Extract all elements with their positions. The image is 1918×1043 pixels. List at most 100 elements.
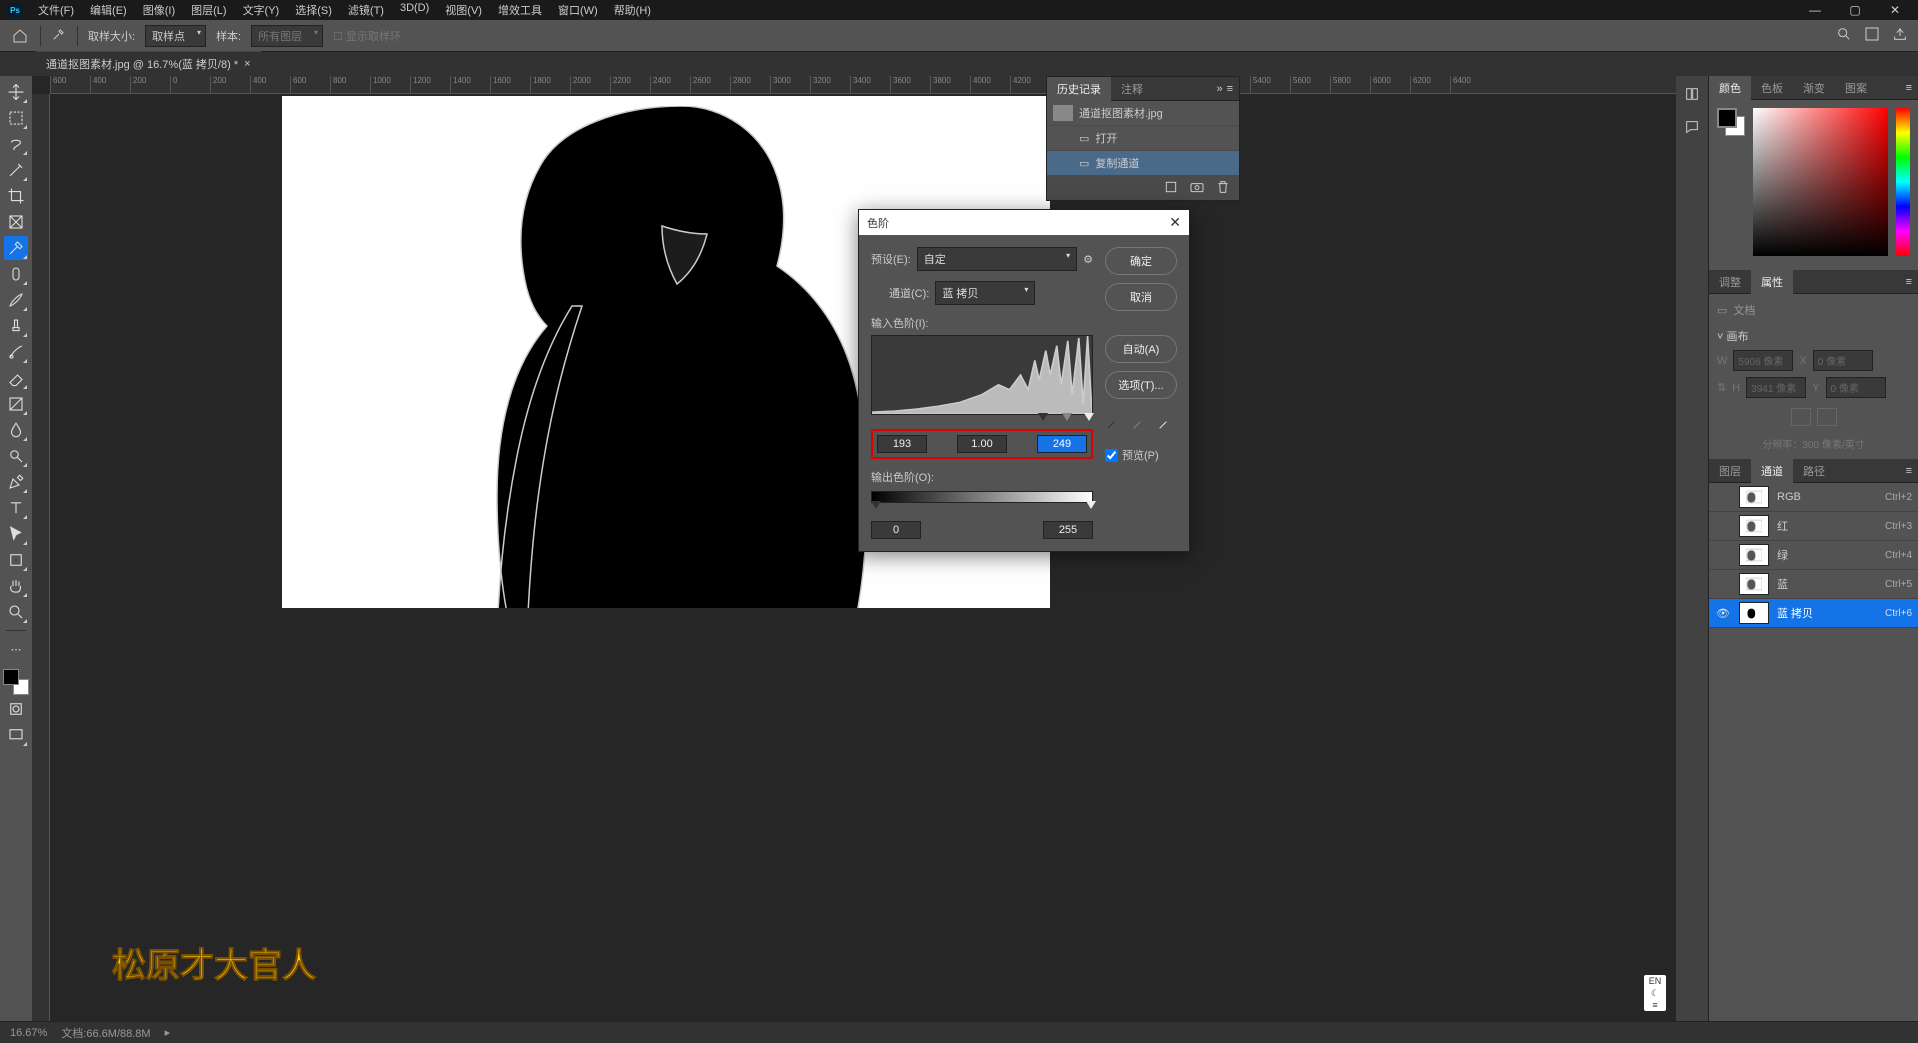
- dialog-titlebar[interactable]: 色阶 ✕: [859, 210, 1189, 235]
- tab-properties[interactable]: 属性: [1751, 270, 1793, 294]
- close-icon[interactable]: ✕: [1169, 214, 1181, 231]
- type-tool[interactable]: [4, 496, 28, 520]
- history-step[interactable]: ▭ 复制通道: [1047, 151, 1239, 176]
- eyedropper-tool[interactable]: [4, 236, 28, 260]
- tab-notes[interactable]: 注释: [1111, 77, 1153, 101]
- show-ring-checkbox[interactable]: ☐ 显示取样环: [333, 28, 401, 44]
- eraser-tool[interactable]: [4, 366, 28, 390]
- histogram[interactable]: [871, 335, 1093, 415]
- panel-menu-icon[interactable]: ≡: [1906, 276, 1912, 288]
- gradient-tool[interactable]: [4, 392, 28, 416]
- marquee-tool[interactable]: [4, 106, 28, 130]
- wand-tool[interactable]: [4, 158, 28, 182]
- document-tab[interactable]: 通道抠图素材.jpg @ 16.7%(蓝 拷贝/8) * ×: [36, 51, 261, 76]
- sample-size-select[interactable]: 取样点: [145, 25, 206, 47]
- toolbar-more[interactable]: ⋯: [4, 637, 28, 661]
- orient-landscape-icon[interactable]: [1817, 408, 1837, 426]
- y-input[interactable]: 0 像素: [1826, 377, 1886, 398]
- preview-checkbox[interactable]: 预览(P): [1105, 447, 1177, 463]
- color-swatches[interactable]: [3, 669, 29, 695]
- panel-menu-icon[interactable]: ≡: [1906, 82, 1912, 94]
- heal-tool[interactable]: [4, 262, 28, 286]
- share-icon[interactable]: [1892, 26, 1908, 45]
- screenmode-tool[interactable]: [4, 723, 28, 747]
- orient-portrait-icon[interactable]: [1791, 408, 1811, 426]
- history-source[interactable]: 通道抠图素材.jpg: [1047, 101, 1239, 126]
- output-white-slider[interactable]: [1086, 501, 1096, 514]
- lasso-tool[interactable]: [4, 132, 28, 156]
- channel-item[interactable]: 红 Ctrl+3: [1709, 512, 1918, 541]
- gray-eyedropper-icon[interactable]: [1131, 415, 1147, 431]
- tab-paths[interactable]: 路径: [1793, 459, 1835, 483]
- output-black-slider[interactable]: [871, 501, 881, 514]
- quickmask-tool[interactable]: [4, 697, 28, 721]
- channel-item[interactable]: 绿 Ctrl+4: [1709, 541, 1918, 570]
- menu-help[interactable]: 帮助(H): [608, 0, 657, 20]
- zoom-tool[interactable]: [4, 600, 28, 624]
- preset-select[interactable]: 自定: [917, 247, 1077, 271]
- input-gamma-field[interactable]: [957, 435, 1007, 453]
- input-sliders[interactable]: [871, 413, 1093, 425]
- workspace-icon[interactable]: [1864, 26, 1880, 45]
- snapshot-icon[interactable]: [1189, 179, 1205, 198]
- menu-view[interactable]: 视图(V): [439, 0, 488, 20]
- doc-info-more-icon[interactable]: ▸: [165, 1026, 171, 1039]
- auto-button[interactable]: 自动(A): [1105, 335, 1177, 363]
- color-field[interactable]: [1753, 108, 1888, 256]
- tab-history[interactable]: 历史记录: [1047, 77, 1111, 101]
- panel-menu-icon[interactable]: ≡: [1227, 83, 1233, 95]
- move-tool[interactable]: [4, 80, 28, 104]
- gamma-slider[interactable]: [1062, 413, 1072, 426]
- black-point-slider[interactable]: [1038, 413, 1048, 426]
- menu-layer[interactable]: 图层(L): [185, 0, 232, 20]
- comment-icon[interactable]: [1684, 119, 1700, 138]
- expand-panels-icon[interactable]: [1684, 86, 1700, 105]
- collapse-icon[interactable]: »: [1216, 83, 1222, 95]
- history-step[interactable]: ▭ 打开: [1047, 126, 1239, 151]
- output-sliders[interactable]: [871, 501, 1093, 513]
- output-white-field[interactable]: [1043, 521, 1093, 539]
- tab-color[interactable]: 颜色: [1709, 76, 1751, 100]
- sample-select[interactable]: 所有图层: [251, 25, 323, 47]
- minimize-button[interactable]: —: [1800, 3, 1830, 17]
- channel-item[interactable]: RGB Ctrl+2: [1709, 483, 1918, 512]
- width-input[interactable]: 5906 像素: [1733, 350, 1793, 371]
- height-input[interactable]: 3941 像素: [1746, 377, 1806, 398]
- blur-tool[interactable]: [4, 418, 28, 442]
- black-eyedropper-icon[interactable]: [1105, 415, 1121, 431]
- menu-type[interactable]: 文字(Y): [237, 0, 286, 20]
- maximize-button[interactable]: ▢: [1840, 3, 1870, 17]
- history-brush-tool[interactable]: [4, 340, 28, 364]
- tab-pattern[interactable]: 图案: [1835, 76, 1877, 100]
- menu-plugins[interactable]: 增效工具: [492, 0, 548, 20]
- panel-menu-icon[interactable]: ≡: [1906, 465, 1912, 477]
- menu-filter[interactable]: 滤镜(T): [342, 0, 390, 20]
- tab-swatches[interactable]: 色板: [1751, 76, 1793, 100]
- menu-edit[interactable]: 编辑(E): [84, 0, 133, 20]
- home-icon[interactable]: [10, 26, 30, 46]
- search-icon[interactable]: [1836, 26, 1852, 45]
- white-point-slider[interactable]: [1084, 413, 1094, 426]
- channel-item[interactable]: 蓝 Ctrl+5: [1709, 570, 1918, 599]
- brush-tool[interactable]: [4, 288, 28, 312]
- output-black-field[interactable]: [871, 521, 921, 539]
- menu-window[interactable]: 窗口(W): [552, 0, 604, 20]
- channel-select[interactable]: 蓝 拷贝: [935, 281, 1035, 305]
- white-eyedropper-icon[interactable]: [1157, 415, 1173, 431]
- tab-adjustments[interactable]: 调整: [1709, 270, 1751, 294]
- channel-item[interactable]: 👁 蓝 拷贝 Ctrl+6: [1709, 599, 1918, 628]
- trash-icon[interactable]: [1215, 179, 1231, 198]
- menu-3d[interactable]: 3D(D): [394, 0, 435, 20]
- crop-tool[interactable]: [4, 184, 28, 208]
- shape-tool[interactable]: [4, 548, 28, 572]
- menu-select[interactable]: 选择(S): [289, 0, 338, 20]
- preset-menu-icon[interactable]: ⚙: [1083, 253, 1093, 266]
- doc-info[interactable]: 文档:66.6M/88.8M: [61, 1025, 150, 1041]
- ime-indicator[interactable]: EN☾≡: [1644, 975, 1666, 1011]
- x-input[interactable]: 0 像素: [1813, 350, 1873, 371]
- link-icon[interactable]: ⇅: [1717, 381, 1726, 394]
- tab-gradient[interactable]: 渐变: [1793, 76, 1835, 100]
- stamp-tool[interactable]: [4, 314, 28, 338]
- tab-close-icon[interactable]: ×: [244, 58, 250, 70]
- menu-image[interactable]: 图像(I): [137, 0, 181, 20]
